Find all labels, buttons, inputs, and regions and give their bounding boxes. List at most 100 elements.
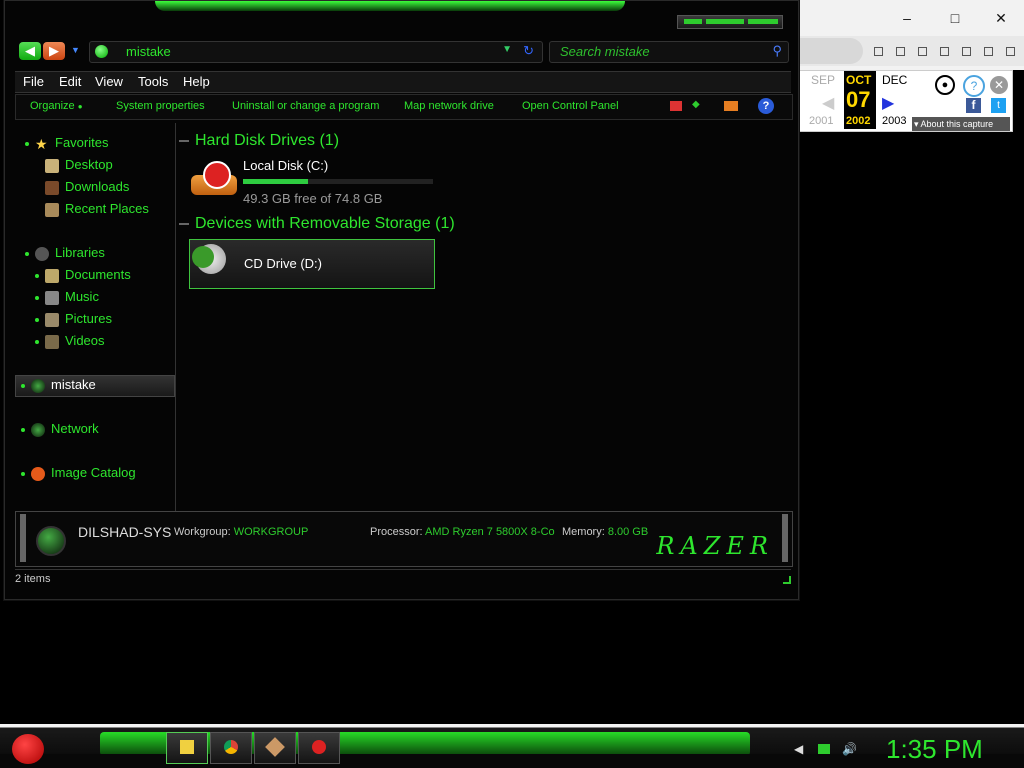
extension-icon[interactable] xyxy=(874,47,883,56)
chrome-icon xyxy=(224,740,238,754)
maximize-button[interactable]: □ xyxy=(943,8,967,28)
network-tray-icon[interactable] xyxy=(818,744,830,754)
nav-network[interactable]: Network xyxy=(21,421,99,439)
expand-icon[interactable] xyxy=(35,339,39,344)
taskbar-angry-birds[interactable] xyxy=(298,732,340,764)
expand-icon[interactable] xyxy=(21,471,25,476)
nav-music[interactable]: Music xyxy=(35,289,99,307)
start-button[interactable] xyxy=(8,728,48,766)
expand-icon[interactable] xyxy=(35,317,39,322)
month-next[interactable]: DEC xyxy=(882,73,907,87)
nav-recent-places[interactable]: Recent Places xyxy=(45,201,149,219)
menu-help[interactable]: Help xyxy=(183,74,210,89)
prev-arrow-icon[interactable]: ◀ xyxy=(822,93,834,113)
memory-value: 8.00 GB xyxy=(607,526,649,538)
minimize-icon[interactable] xyxy=(684,19,702,24)
group-hard-disk-drives[interactable]: Hard Disk Drives (1) xyxy=(179,132,339,150)
close-button[interactable]: ✕ xyxy=(989,8,1013,28)
address-bar[interactable]: mistake ▼ ↻ xyxy=(89,41,543,63)
open-control-panel-button[interactable]: Open Control Panel xyxy=(522,100,619,112)
extension-icon[interactable] xyxy=(984,47,993,56)
nav-image-catalog[interactable]: Image Catalog xyxy=(21,465,136,483)
back-arrow-icon[interactable]: ◀ xyxy=(19,42,41,60)
about-capture-button[interactable]: ▾ About this capture xyxy=(912,117,1010,131)
volume-icon[interactable]: 🔊 xyxy=(842,742,857,756)
expand-icon[interactable] xyxy=(35,273,39,278)
expand-icon[interactable] xyxy=(25,141,29,146)
nav-videos[interactable]: Videos xyxy=(35,333,105,351)
menu-tools[interactable]: Tools xyxy=(138,74,168,89)
extension-icon[interactable] xyxy=(918,47,927,56)
month-prev[interactable]: SEP xyxy=(811,73,835,87)
forward-arrow-icon[interactable]: ▶ xyxy=(43,42,65,60)
facebook-icon[interactable]: f xyxy=(966,98,981,113)
nav-libraries[interactable]: Libraries xyxy=(25,245,105,263)
nav-documents[interactable]: Documents xyxy=(35,267,131,285)
local-disk-item[interactable] xyxy=(191,161,239,201)
taskbar-explorer[interactable] xyxy=(166,732,208,764)
year-prev[interactable]: 2001 xyxy=(809,115,833,127)
nav-computer[interactable]: mistake xyxy=(21,377,96,395)
expand-icon[interactable] xyxy=(35,295,39,300)
history-dropdown-icon[interactable]: ▼ xyxy=(71,45,80,55)
system-properties-button[interactable]: System properties xyxy=(116,100,205,112)
map-network-drive-button[interactable]: Map network drive xyxy=(404,100,494,112)
close-icon[interactable] xyxy=(748,19,778,24)
close-icon[interactable]: ✕ xyxy=(990,76,1008,94)
next-arrow-icon[interactable]: ▶ xyxy=(882,93,894,113)
disk-usage-bar xyxy=(243,179,433,184)
user-icon[interactable]: ● xyxy=(935,75,955,95)
clock[interactable]: 1:35 PM xyxy=(886,734,983,765)
group-removable-storage-label: Devices with Removable Storage (1) xyxy=(195,215,455,232)
cd-drive-item[interactable]: CD Drive (D:) xyxy=(189,239,435,289)
local-disk-name[interactable]: Local Disk (C:) xyxy=(243,158,328,173)
help-icon[interactable]: ? xyxy=(758,98,774,114)
search-box[interactable]: Search mistake ⚲ xyxy=(549,41,789,63)
help-icon[interactable]: ? xyxy=(963,75,985,97)
menu-file[interactable]: File xyxy=(23,74,44,89)
nav-pictures[interactable]: Pictures xyxy=(35,311,112,329)
resize-grip-icon[interactable] xyxy=(783,576,791,584)
nav-favorites[interactable]: ★ Favorites xyxy=(25,135,108,153)
processor-info: Processor: AMD Ryzen 7 5800X 8-Co xyxy=(370,526,555,538)
view-dropdown-icon[interactable]: ◆ xyxy=(692,99,700,110)
capture-day: 07 xyxy=(846,87,871,112)
preview-pane-icon[interactable] xyxy=(724,101,738,111)
taskbar-chrome[interactable] xyxy=(210,732,252,764)
content-pane: Hard Disk Drives (1) Local Disk (C:) 49.… xyxy=(177,123,787,511)
desktop-icon xyxy=(45,158,59,173)
group-removable-storage[interactable]: Devices with Removable Storage (1) xyxy=(179,215,455,233)
address-dropdown-icon[interactable]: ▼ xyxy=(502,44,512,55)
processor-label: Processor: xyxy=(370,526,423,538)
menu-edit[interactable]: Edit xyxy=(59,74,81,89)
image-catalog-icon xyxy=(31,466,45,481)
expand-icon[interactable] xyxy=(21,427,25,432)
nav-desktop[interactable]: Desktop xyxy=(45,157,113,175)
taskbar-paint[interactable] xyxy=(254,732,296,764)
minimize-button[interactable]: – xyxy=(895,8,919,28)
nav-pictures-label: Pictures xyxy=(65,311,112,326)
view-options-icon[interactable] xyxy=(670,101,682,111)
organize-button[interactable]: Organize ● xyxy=(30,100,83,112)
extension-icon[interactable] xyxy=(940,47,949,56)
maximize-icon[interactable] xyxy=(706,19,744,24)
year-next[interactable]: 2003 xyxy=(882,115,906,127)
menu-view[interactable]: View xyxy=(95,74,123,89)
expand-icon[interactable] xyxy=(25,251,29,256)
group-divider xyxy=(179,222,189,225)
search-icon[interactable]: ⚲ xyxy=(772,43,782,59)
memory-label: Memory: xyxy=(562,526,605,538)
twitter-icon[interactable]: t xyxy=(991,98,1006,113)
extension-icon[interactable] xyxy=(896,47,905,56)
year-current: 2002 xyxy=(846,115,871,127)
extension-icon[interactable] xyxy=(962,47,971,56)
refresh-icon[interactable]: ↻ xyxy=(523,43,534,59)
uninstall-program-button[interactable]: Uninstall or change a program xyxy=(232,100,379,112)
window-controls[interactable] xyxy=(677,15,783,29)
browser-url-bar[interactable] xyxy=(797,38,863,64)
tray-expand-icon[interactable]: ◀ xyxy=(794,742,803,756)
extension-icon[interactable] xyxy=(1006,47,1015,56)
expand-icon[interactable] xyxy=(21,383,25,388)
nav-downloads[interactable]: Downloads xyxy=(45,179,129,197)
videos-icon xyxy=(45,334,59,349)
